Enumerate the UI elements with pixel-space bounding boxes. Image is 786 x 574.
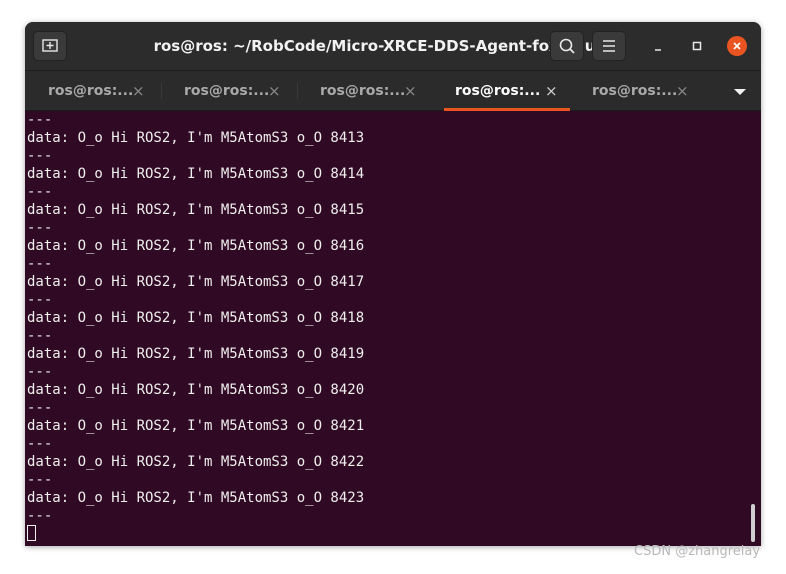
tab-list-dropdown-icon bbox=[734, 89, 746, 95]
terminal-line: data: O_o Hi ROS2, I'm M5AtomS3 o_O 8416 bbox=[27, 238, 365, 254]
tab-label: ros@ros:... bbox=[320, 83, 406, 99]
tab-1[interactable]: ros@ros:... × bbox=[26, 71, 162, 111]
terminal-line: --- bbox=[27, 436, 53, 452]
close-icon bbox=[733, 42, 741, 50]
terminal-line: --- bbox=[27, 472, 53, 488]
tab-3[interactable]: ros@ros:... × bbox=[298, 71, 434, 111]
tab-close-icon[interactable]: × bbox=[676, 71, 689, 111]
terminal-line: --- bbox=[27, 400, 53, 416]
terminal-line: --- bbox=[27, 112, 53, 128]
tab-4-active[interactable]: ros@ros:... × bbox=[443, 71, 579, 111]
terminal-line: data: O_o Hi ROS2, I'm M5AtomS3 o_O 8420 bbox=[27, 382, 365, 398]
minimize-icon bbox=[655, 49, 661, 51]
close-button[interactable] bbox=[727, 36, 747, 56]
tab-close-icon[interactable]: × bbox=[268, 71, 281, 111]
terminal-line: --- bbox=[27, 220, 53, 236]
prompt-line[interactable] bbox=[27, 525, 364, 543]
tab-close-icon[interactable]: × bbox=[545, 71, 558, 111]
terminal-line: data: O_o Hi ROS2, I'm M5AtomS3 o_O 8421 bbox=[27, 418, 365, 434]
tab-close-icon[interactable]: × bbox=[404, 71, 417, 111]
tab-2[interactable]: ros@ros:... × bbox=[162, 71, 298, 111]
text-cursor bbox=[27, 525, 36, 541]
terminal-line: data: O_o Hi ROS2, I'm M5AtomS3 o_O 8423 bbox=[27, 490, 365, 506]
tab-5[interactable]: ros@ros:... × bbox=[570, 71, 706, 111]
terminal-line: --- bbox=[27, 256, 53, 272]
scrollbar[interactable] bbox=[751, 504, 755, 542]
terminal-line: --- bbox=[27, 148, 53, 164]
tab-bar: ros@ros:... × ros@ros:... × ros@ros:... … bbox=[25, 70, 761, 111]
terminal-window: ros@ros: ~/RobCode/Micro-XRCE-DDS-Agent-… bbox=[25, 22, 761, 546]
terminal-line: data: O_o Hi ROS2, I'm M5AtomS3 o_O 8415 bbox=[27, 202, 365, 218]
menu-button[interactable] bbox=[592, 31, 626, 61]
watermark: CSDN @zhangrelay bbox=[634, 544, 761, 559]
terminal-line: data: O_o Hi ROS2, I'm M5AtomS3 o_O 8417 bbox=[27, 274, 365, 290]
terminal-output[interactable]: --- data: O_o Hi ROS2, I'm M5AtomS3 o_O 8… bbox=[25, 111, 761, 546]
new-tab-icon bbox=[42, 39, 58, 52]
tab-label: ros@ros:... bbox=[184, 83, 270, 99]
hamburger-menu-icon bbox=[603, 40, 615, 52]
terminal-line: data: O_o Hi ROS2, I'm M5AtomS3 o_O 8419 bbox=[27, 346, 365, 362]
terminal-line: --- bbox=[27, 364, 53, 380]
maximize-icon bbox=[692, 41, 702, 51]
tab-label: ros@ros:... bbox=[48, 83, 134, 99]
new-tab-button[interactable] bbox=[33, 31, 67, 61]
maximize-button[interactable] bbox=[687, 36, 707, 56]
terminal-line: data: O_o Hi ROS2, I'm M5AtomS3 o_O 8413 bbox=[27, 130, 365, 146]
tab-close-icon[interactable]: × bbox=[132, 71, 145, 111]
minimize-button[interactable] bbox=[648, 36, 668, 56]
tab-label: ros@ros:... bbox=[455, 83, 541, 99]
tab-list-button[interactable] bbox=[725, 71, 755, 111]
terminal-line: --- bbox=[27, 508, 53, 524]
terminal-line: data: O_o Hi ROS2, I'm M5AtomS3 o_O 8414 bbox=[27, 166, 365, 182]
terminal-line: data: O_o Hi ROS2, I'm M5AtomS3 o_O 8422 bbox=[27, 454, 365, 470]
terminal-line: --- bbox=[27, 292, 53, 308]
terminal-line: --- bbox=[27, 328, 53, 344]
terminal-line: --- bbox=[27, 184, 53, 200]
tab-label: ros@ros:... bbox=[592, 83, 678, 99]
terminal-line: data: O_o Hi ROS2, I'm M5AtomS3 o_O 8418 bbox=[27, 310, 365, 326]
search-button[interactable] bbox=[550, 31, 584, 61]
titlebar: ros@ros: ~/RobCode/Micro-XRCE-DDS-Agent-… bbox=[25, 22, 761, 70]
terminal-lines: --- data: O_o Hi ROS2, I'm M5AtomS3 o_O 8… bbox=[27, 111, 364, 543]
search-icon bbox=[559, 38, 575, 54]
